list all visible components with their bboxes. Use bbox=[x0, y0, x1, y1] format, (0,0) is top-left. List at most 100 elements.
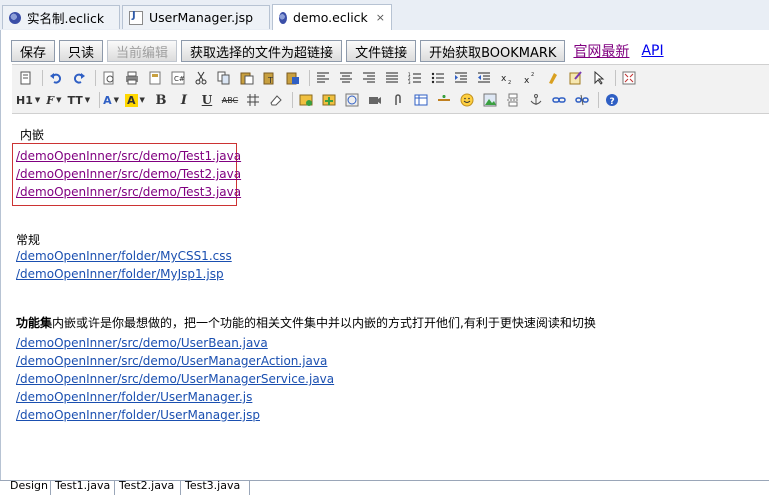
redo-icon[interactable] bbox=[69, 69, 89, 87]
eclipse-file-icon bbox=[279, 11, 287, 24]
indent-icon[interactable] bbox=[451, 69, 471, 87]
font-label: F bbox=[46, 93, 55, 107]
eraser-icon[interactable] bbox=[266, 91, 286, 109]
toolbar-row-2: H1 ▼ F ▼ TT ▼ A ▼ A ▼ B I U ABC ? bbox=[16, 89, 625, 111]
remove-format-icon[interactable] bbox=[543, 69, 563, 87]
toolbar-separator bbox=[42, 70, 43, 86]
background-color-dropdown[interactable]: A ▼ bbox=[125, 91, 145, 109]
template-icon[interactable] bbox=[145, 69, 165, 87]
select-icon[interactable] bbox=[589, 69, 609, 87]
help-icon[interactable]: ? bbox=[602, 91, 622, 109]
bottom-tab-test1[interactable]: Test1.java bbox=[50, 481, 115, 495]
bottom-tab-design[interactable]: Design bbox=[6, 481, 50, 495]
insert-flash-icon[interactable] bbox=[319, 91, 339, 109]
current-edit-button[interactable]: 当前编辑 bbox=[107, 40, 178, 62]
start-bookmark-button[interactable]: 开始获取BOOKMARK bbox=[420, 40, 566, 62]
paste-word-icon[interactable] bbox=[283, 69, 303, 87]
file-link-myjsp1[interactable]: /demoOpenInner/folder/MyJsp1.jsp bbox=[16, 267, 224, 281]
strikethrough-button[interactable]: ABC bbox=[220, 91, 240, 109]
link-icon[interactable] bbox=[549, 91, 569, 109]
file-link-test3[interactable]: /demoOpenInner/src/demo/Test3.java bbox=[16, 185, 241, 199]
italic-button[interactable]: I bbox=[174, 91, 194, 109]
cut-icon[interactable] bbox=[191, 69, 211, 87]
toolbar-separator bbox=[615, 70, 616, 86]
editor-tab-bar: 实名制.eclick UserManager.jsp demo.eclick × bbox=[0, 0, 769, 31]
attachment-icon[interactable] bbox=[388, 91, 408, 109]
chevron-down-icon: ▼ bbox=[113, 96, 120, 104]
bulleted-list-icon[interactable] bbox=[428, 69, 448, 87]
code-icon[interactable]: C# bbox=[168, 69, 188, 87]
chevron-down-icon: ▼ bbox=[84, 96, 91, 104]
official-latest-link[interactable]: 官网最新 bbox=[573, 41, 629, 61]
horizontal-rule-icon[interactable] bbox=[434, 91, 454, 109]
paste-text-icon[interactable]: T bbox=[260, 69, 280, 87]
bottom-tab-test2[interactable]: Test2.java bbox=[114, 481, 181, 495]
unlink-icon[interactable] bbox=[572, 91, 592, 109]
preview-icon[interactable] bbox=[99, 69, 119, 87]
tab-label: 实名制.eclick bbox=[27, 11, 105, 26]
insert-image-icon[interactable] bbox=[296, 91, 316, 109]
file-link-usermanageraction[interactable]: /demoOpenInner/src/demo/UserManagerActio… bbox=[16, 354, 327, 368]
align-justify-icon[interactable] bbox=[382, 69, 402, 87]
insert-video-icon[interactable] bbox=[365, 91, 385, 109]
toolbar-separator bbox=[95, 70, 96, 86]
jsp-file-icon bbox=[129, 10, 143, 25]
paste-icon[interactable] bbox=[237, 69, 257, 87]
file-link-mycss1[interactable]: /demoOpenInner/folder/MyCSS1.css bbox=[16, 249, 232, 263]
bold-button[interactable]: B bbox=[151, 91, 171, 109]
table-grid-icon[interactable] bbox=[243, 91, 263, 109]
outdent-icon[interactable] bbox=[474, 69, 494, 87]
image-icon[interactable] bbox=[480, 91, 500, 109]
insert-table-icon[interactable] bbox=[411, 91, 431, 109]
file-link-usermanager-jsp[interactable]: /demoOpenInner/folder/UserManager.jsp bbox=[16, 408, 260, 422]
anchor-icon[interactable] bbox=[526, 91, 546, 109]
font-color-label: A bbox=[103, 93, 112, 107]
tab-demo-eclick[interactable]: demo.eclick × bbox=[272, 4, 392, 30]
action-button-row: 保存 只读 当前编辑 获取选择的文件为超链接 文件链接 开始获取BOOKMARK… bbox=[11, 39, 672, 63]
heading-dropdown[interactable]: H1 ▼ bbox=[16, 91, 40, 109]
maximize-icon[interactable] bbox=[619, 69, 639, 87]
bottom-tab-test3[interactable]: Test3.java bbox=[180, 481, 250, 495]
align-right-icon[interactable] bbox=[359, 69, 379, 87]
tab-realname-eclick[interactable]: 实名制.eclick bbox=[2, 5, 120, 29]
file-link-usermanagerservice[interactable]: /demoOpenInner/src/demo/UserManagerServi… bbox=[16, 372, 334, 386]
svg-text:?: ? bbox=[609, 97, 614, 107]
source-icon[interactable] bbox=[16, 69, 36, 87]
align-left-icon[interactable] bbox=[313, 69, 333, 87]
insert-media-icon[interactable] bbox=[342, 91, 362, 109]
align-center-icon[interactable] bbox=[336, 69, 356, 87]
chevron-down-icon: ▼ bbox=[139, 96, 145, 104]
get-hyperlink-button[interactable]: 获取选择的文件为超链接 bbox=[181, 40, 343, 62]
api-link[interactable]: API bbox=[641, 43, 663, 59]
font-dropdown[interactable]: F ▼ bbox=[46, 91, 61, 109]
font-size-dropdown[interactable]: TT ▼ bbox=[67, 91, 90, 109]
svg-text:2: 2 bbox=[508, 80, 511, 85]
file-link-test2[interactable]: /demoOpenInner/src/demo/Test2.java bbox=[16, 167, 241, 181]
readonly-button[interactable]: 只读 bbox=[59, 40, 104, 62]
file-link-usermanager-js[interactable]: /demoOpenInner/folder/UserManager.js bbox=[16, 390, 252, 404]
toolbar-separator bbox=[291, 92, 293, 108]
file-link-button[interactable]: 文件链接 bbox=[346, 40, 417, 62]
undo-icon[interactable] bbox=[46, 69, 66, 87]
underline-button[interactable]: U bbox=[197, 91, 217, 109]
svg-text:C#: C# bbox=[174, 75, 185, 83]
svg-text:x: x bbox=[524, 76, 530, 85]
font-color-dropdown[interactable]: A ▼ bbox=[103, 91, 119, 109]
close-icon[interactable]: × bbox=[376, 11, 385, 24]
superscript-icon[interactable]: x2 bbox=[520, 69, 540, 87]
file-link-test1[interactable]: /demoOpenInner/src/demo/Test1.java bbox=[16, 149, 241, 163]
copy-icon[interactable] bbox=[214, 69, 234, 87]
rich-text-toolbar: C# T 123 x2 x2 H1 ▼ F ▼ TT ▼ A ▼ A ▼ B I U AB… bbox=[12, 64, 769, 114]
section-title-regular: 常规 bbox=[16, 233, 41, 247]
svg-text:T: T bbox=[267, 76, 273, 85]
tab-usermanager-jsp[interactable]: UserManager.jsp bbox=[122, 5, 270, 29]
save-button[interactable]: 保存 bbox=[11, 40, 56, 62]
print-icon[interactable] bbox=[122, 69, 142, 87]
smiley-icon[interactable] bbox=[457, 91, 477, 109]
subscript-icon[interactable]: x2 bbox=[497, 69, 517, 87]
page-break-icon[interactable] bbox=[503, 91, 523, 109]
file-link-userbean[interactable]: /demoOpenInner/src/demo/UserBean.java bbox=[16, 336, 268, 350]
numbered-list-icon[interactable]: 123 bbox=[405, 69, 425, 87]
feature-set-description: 内嵌或许是你最想做的，把一个功能的相关文件集中并以内嵌的方式打开他们,有利于更快… bbox=[52, 316, 596, 330]
spellcheck-icon[interactable] bbox=[566, 69, 586, 87]
